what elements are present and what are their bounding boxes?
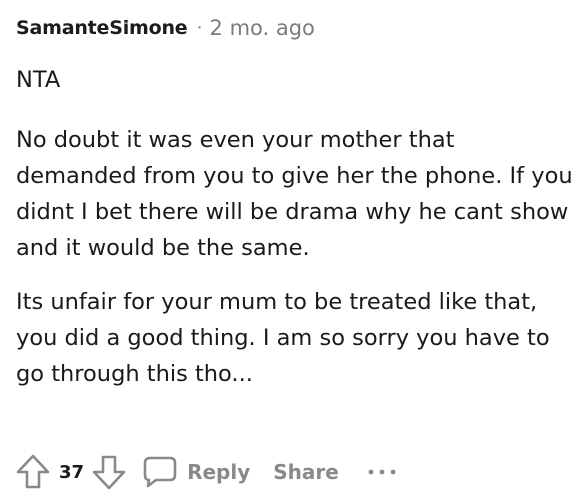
- comment-timestamp[interactable]: 2 mo. ago: [210, 16, 315, 40]
- comment-action-bar: 37 Reply Share: [16, 452, 397, 492]
- reply-button[interactable]: Reply: [142, 455, 250, 489]
- reply-label: Reply: [187, 460, 251, 484]
- comment-body: NTA No doubt it was even your mother tha…: [16, 62, 576, 410]
- speech-bubble-icon: [142, 455, 178, 489]
- comment-paragraph: Its unfair for your mum to be treated li…: [16, 289, 550, 387]
- arrow-down-icon[interactable]: [92, 454, 126, 490]
- ellipsis-icon[interactable]: [367, 467, 397, 477]
- share-button[interactable]: Share: [273, 460, 339, 484]
- arrow-up-icon[interactable]: [16, 454, 50, 490]
- meta-separator: ·: [196, 17, 203, 39]
- comment-paragraph: NTA: [16, 67, 61, 93]
- comment-meta: SamanteSimone · 2 mo. ago: [16, 14, 315, 42]
- vote-count: 37: [59, 461, 85, 483]
- author-username[interactable]: SamanteSimone: [16, 17, 188, 39]
- comment-paragraph: No doubt it was even your mother that de…: [16, 127, 573, 261]
